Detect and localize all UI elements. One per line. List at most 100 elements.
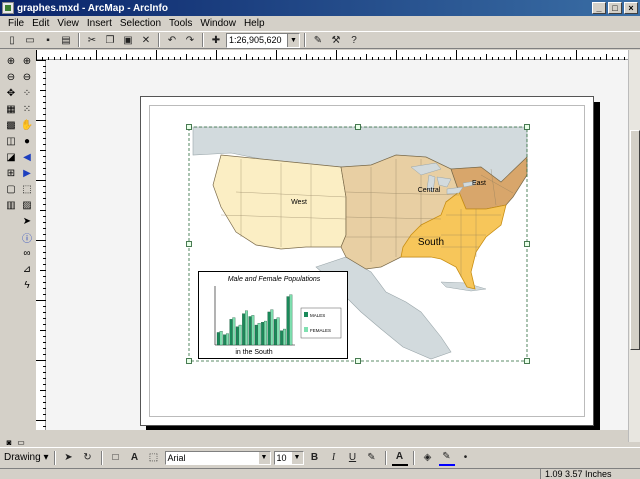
whats-this-help-icon[interactable]: ? [346, 32, 362, 48]
menu-bar: File Edit View Insert Selection Tools Wi… [0, 16, 640, 30]
new-text-icon[interactable]: A [127, 450, 143, 466]
add-data-icon[interactable]: ✚ [208, 32, 224, 48]
population-graph[interactable]: Male and Female Populations MALES FEMALE… [198, 271, 348, 359]
bar-females-3 [238, 324, 242, 346]
underline-button[interactable]: U [345, 450, 361, 466]
highlight-text-icon[interactable]: ✎ [364, 450, 380, 466]
fixed-zoom-out-icon[interactable]: ⁙ [20, 102, 34, 116]
next-page-extent-icon[interactable]: ◪ [4, 150, 18, 164]
menu-help[interactable]: Help [240, 18, 269, 29]
menu-edit[interactable]: Edit [28, 18, 53, 29]
font-size-value: 10 [276, 452, 287, 463]
bar-females-7 [264, 320, 267, 346]
menu-insert[interactable]: Insert [83, 18, 116, 29]
chart-title: Male and Female Populations [228, 276, 321, 283]
zoom-in-icon[interactable]: ⊕ [20, 54, 34, 68]
find-binoculars-icon[interactable]: ∞ [20, 246, 34, 260]
zoom-whole-page-icon[interactable]: ▦ [4, 102, 18, 116]
clear-selection-icon[interactable]: ▨ [20, 198, 34, 212]
chart-caption: in the South [235, 349, 272, 356]
bar-females-1 [226, 333, 229, 346]
drawing-menu[interactable]: Drawing ▾ [4, 452, 49, 463]
new-document-icon[interactable]: ▯ [4, 32, 20, 48]
bar-males-11 [286, 296, 290, 346]
full-extent-globe-icon[interactable]: ● [20, 134, 34, 148]
print-icon[interactable]: ▤ [58, 32, 74, 48]
identify-icon[interactable]: ⓘ [20, 230, 34, 245]
legend-males: MALES [310, 313, 325, 318]
font-name-dropdown[interactable]: Arial ▼ [164, 450, 271, 465]
zoom-out-page-icon[interactable]: ⊖ [4, 70, 18, 84]
bar-males-4 [242, 313, 246, 346]
label-east: East [472, 180, 486, 187]
previous-page-extent-icon[interactable]: ◫ [4, 134, 18, 148]
zoom-percent-icon[interactable]: ⊞ [4, 166, 18, 180]
rotate-icon[interactable]: ↻ [80, 450, 96, 466]
vertical-scrollbar[interactable] [628, 50, 640, 442]
bar-females-10 [283, 328, 286, 346]
fixed-zoom-in-icon[interactable]: ⁘ [20, 86, 34, 100]
pan-hand-icon[interactable]: ✋ [20, 118, 34, 132]
edit-vertices-icon[interactable]: ⬚ [146, 450, 162, 466]
zoom-100-icon[interactable]: ▩ [4, 118, 18, 132]
bar-females-9 [276, 317, 280, 346]
bold-button[interactable]: B [307, 450, 323, 466]
bar-males-10 [280, 330, 284, 346]
window-title: graphes.mxd - ArcMap - ArcInfo [17, 2, 168, 14]
line-color-icon[interactable]: ✎ [438, 450, 455, 466]
horizontal-scrollbar[interactable] [36, 433, 628, 444]
zoom-in-page-icon[interactable]: ⊕ [4, 54, 18, 68]
label-south: South [418, 237, 444, 248]
pan-page-icon[interactable]: ✥ [4, 86, 18, 100]
menu-file[interactable]: File [4, 18, 28, 29]
change-layout-icon[interactable]: ▥ [4, 198, 18, 212]
italic-button[interactable]: I [326, 450, 342, 466]
chevron-down-icon: ▼ [291, 451, 303, 464]
layout-canvas[interactable]: West Central East South Male and Female … [46, 60, 628, 430]
hyperlink-icon[interactable]: ϟ [20, 278, 34, 292]
horizontal-ruler [36, 50, 628, 60]
select-elements-arrow-icon[interactable] [20, 184, 34, 198]
marker-color-icon[interactable]: • [458, 450, 474, 466]
back-extent-icon[interactable]: ◀ [20, 150, 34, 164]
select-pointer-icon[interactable]: ➤ [20, 214, 34, 228]
paste-icon[interactable]: ▣ [120, 32, 136, 48]
editor-toolbar-icon[interactable]: ✎ [310, 32, 326, 48]
vertical-scrollbar-thumb[interactable] [630, 130, 640, 350]
open-folder-icon[interactable]: ▭ [22, 32, 38, 48]
rectangle-icon[interactable]: □ [108, 450, 124, 466]
font-color-icon[interactable]: A [391, 450, 408, 466]
layout-focus-icon[interactable]: ▢ [4, 182, 18, 196]
bar-males-6 [254, 324, 258, 346]
minimize-button[interactable]: _ [592, 2, 606, 14]
font-size-dropdown[interactable]: 10 ▼ [273, 450, 304, 465]
arcmap-app-icon [2, 2, 14, 14]
coordinate-readout: 1.09 3.57 Inches [540, 469, 612, 479]
measure-icon[interactable]: ⊿ [20, 262, 34, 276]
map-scale-dropdown[interactable]: 1:26,905,620 ▼ [226, 32, 300, 48]
bar-females-8 [270, 309, 274, 346]
chevron-down-icon: ▼ [258, 451, 270, 464]
copy-icon[interactable]: ❐ [102, 32, 118, 48]
arctoolbox-icon[interactable]: ⚒ [328, 32, 344, 48]
select-elements-icon[interactable]: ➤ [61, 450, 77, 466]
maximize-button[interactable]: □ [608, 2, 622, 14]
menu-view[interactable]: View [53, 18, 83, 29]
zoom-out-icon[interactable]: ⊖ [20, 70, 34, 84]
bar-males-3 [235, 326, 239, 346]
menu-tools[interactable]: Tools [165, 18, 196, 29]
fill-color-icon[interactable]: ◈ [420, 450, 436, 466]
bar-females-11 [289, 294, 293, 346]
map-scale-value: 1:26,905,620 [229, 35, 282, 45]
menu-window[interactable]: Window [196, 18, 240, 29]
forward-extent-icon[interactable]: ▶ [20, 166, 34, 180]
cut-icon[interactable]: ✂ [84, 32, 100, 48]
menu-selection[interactable]: Selection [116, 18, 165, 29]
bar-females-6 [257, 323, 261, 346]
close-button[interactable]: × [624, 2, 638, 14]
save-icon[interactable]: ▪ [40, 32, 56, 48]
redo-icon[interactable]: ↷ [182, 32, 198, 48]
bar-females-4 [245, 310, 248, 346]
delete-icon[interactable]: ✕ [138, 32, 154, 48]
undo-icon[interactable]: ↶ [164, 32, 180, 48]
